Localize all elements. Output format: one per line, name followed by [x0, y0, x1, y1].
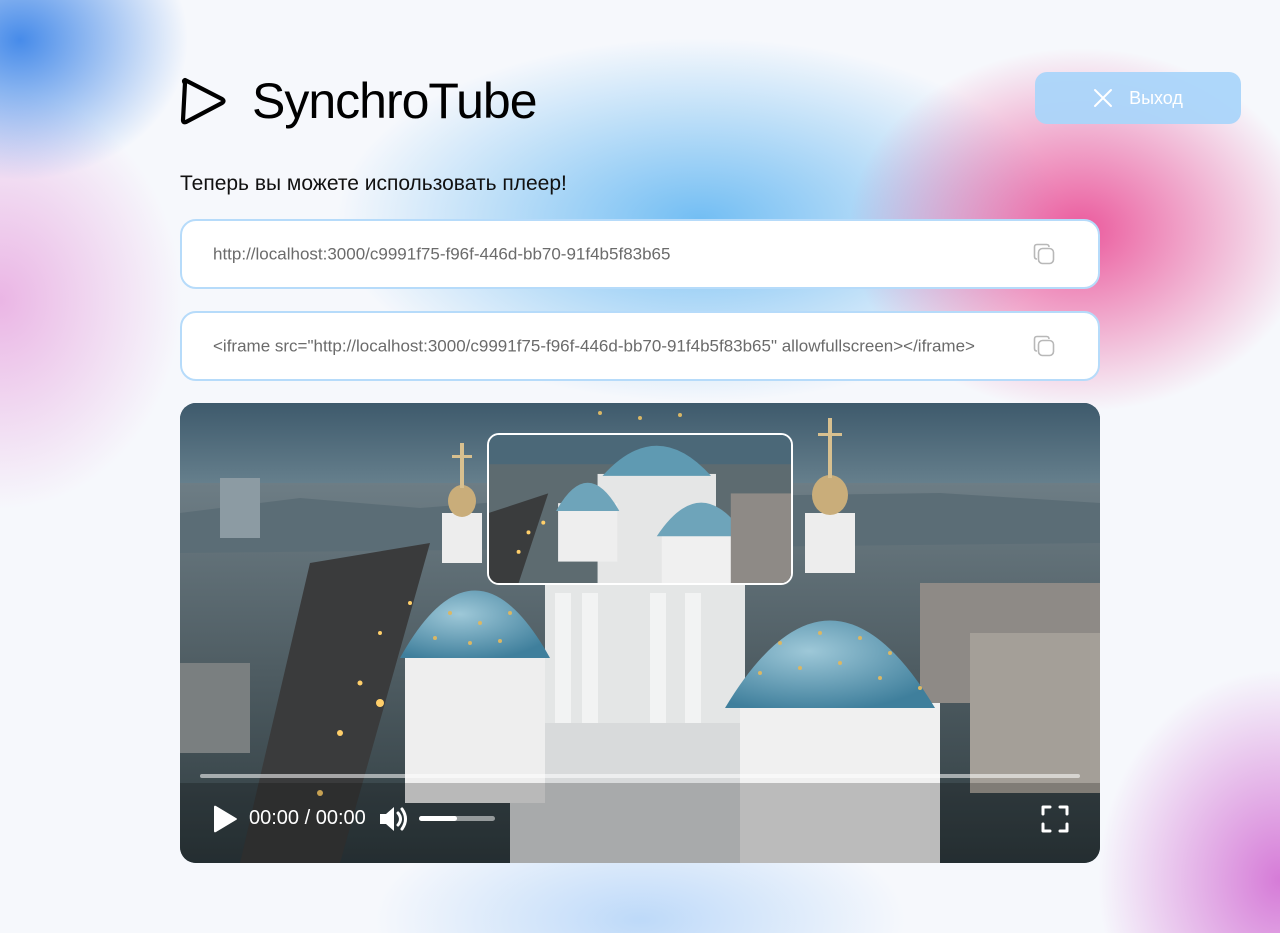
embed-code-value[interactable]: <iframe src="http://localhost:3000/c9991… [213, 336, 998, 357]
play-icon[interactable] [210, 804, 238, 834]
copy-icon[interactable] [1032, 242, 1056, 266]
page-subtitle: Теперь вы можете использовать плеер! [180, 172, 567, 195]
pip-preview[interactable] [487, 433, 793, 585]
video-player[interactable]: 00:00 / 00:00 [180, 403, 1100, 863]
player-controls: 00:00 / 00:00 [180, 801, 1100, 837]
close-x-icon [1094, 89, 1113, 107]
progress-bar[interactable] [200, 774, 1080, 778]
app-title: SynchroTube [252, 73, 538, 129]
exit-button[interactable]: Выход [1035, 72, 1241, 124]
play-triangle-outline-icon [180, 77, 226, 125]
share-link-field[interactable]: http://localhost:3000/c9991f75-f96f-446d… [180, 219, 1100, 289]
fullscreen-icon[interactable] [1040, 804, 1070, 834]
exit-button-label: Выход [1129, 87, 1183, 108]
volume-icon[interactable] [378, 804, 410, 834]
volume-fill [419, 816, 457, 821]
logo: SynchroTube [180, 73, 538, 129]
share-link-value[interactable]: http://localhost:3000/c9991f75-f96f-446d… [213, 244, 998, 265]
volume-slider[interactable] [419, 816, 495, 821]
header: SynchroTube Выход [180, 72, 1241, 130]
copy-icon[interactable] [1032, 334, 1056, 358]
pip-preview-frame [489, 435, 791, 583]
embed-code-field[interactable]: <iframe src="http://localhost:3000/c9991… [180, 311, 1100, 381]
time-display: 00:00 / 00:00 [249, 807, 366, 829]
